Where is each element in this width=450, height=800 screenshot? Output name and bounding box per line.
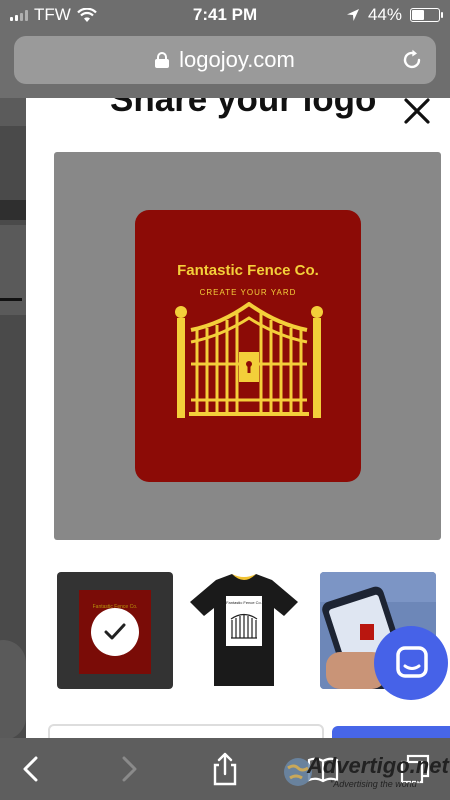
location-arrow-icon	[346, 9, 359, 21]
background-page-strip	[0, 225, 26, 315]
check-icon	[91, 608, 139, 656]
background-page-strip	[0, 98, 26, 126]
share-icon[interactable]	[208, 752, 242, 786]
thumbnail-logo[interactable]: Fantastic Fence Co.	[57, 572, 173, 689]
share-modal: Share your logo Fantastic Fence Co. CREA…	[26, 98, 450, 738]
modal-title: Share your logo	[110, 98, 377, 119]
logo-preview: Fantastic Fence Co. CREATE YOUR YARD	[54, 152, 441, 540]
chat-icon	[396, 646, 428, 678]
close-icon[interactable]	[402, 98, 432, 126]
thumbnail-tshirt[interactable]: Fantastic Fence Co.	[186, 572, 302, 689]
forward-icon[interactable]	[112, 752, 146, 786]
share-link-field[interactable]	[48, 724, 324, 738]
back-icon[interactable]	[14, 752, 48, 786]
watermark-brand: Advertigo.net	[307, 753, 449, 778]
address-bar-area: logojoy.com	[0, 30, 450, 98]
background-page-button	[0, 640, 26, 740]
reload-icon[interactable]	[400, 48, 424, 72]
tshirt-text: Fantastic Fence Co.	[226, 600, 262, 605]
logo-card: Fantastic Fence Co. CREATE YOUR YARD	[135, 210, 361, 482]
status-right: 44%	[346, 5, 443, 25]
advertigo-watermark: Advertigo.net "Advertising the world"	[282, 750, 449, 796]
logo-company-name: Fantastic Fence Co.	[177, 262, 319, 279]
chat-button[interactable]	[374, 626, 448, 700]
status-bar: TFW 7:41 PM 44%	[0, 0, 450, 30]
tshirt-mockup	[190, 574, 298, 686]
background-page-strip	[0, 200, 26, 220]
logo-slogan: CREATE YOUR YARD	[199, 288, 297, 297]
address-bar[interactable]: logojoy.com	[14, 36, 436, 84]
gate-icon	[175, 302, 323, 418]
background-page-divider	[0, 298, 22, 301]
lock-icon	[155, 52, 170, 68]
url-text: logojoy.com	[179, 47, 295, 72]
battery-icon	[410, 8, 443, 22]
battery-percent: 44%	[367, 5, 402, 24]
watermark-tagline: "Advertising the world"	[330, 779, 420, 789]
share-action-button[interactable]	[332, 726, 450, 738]
